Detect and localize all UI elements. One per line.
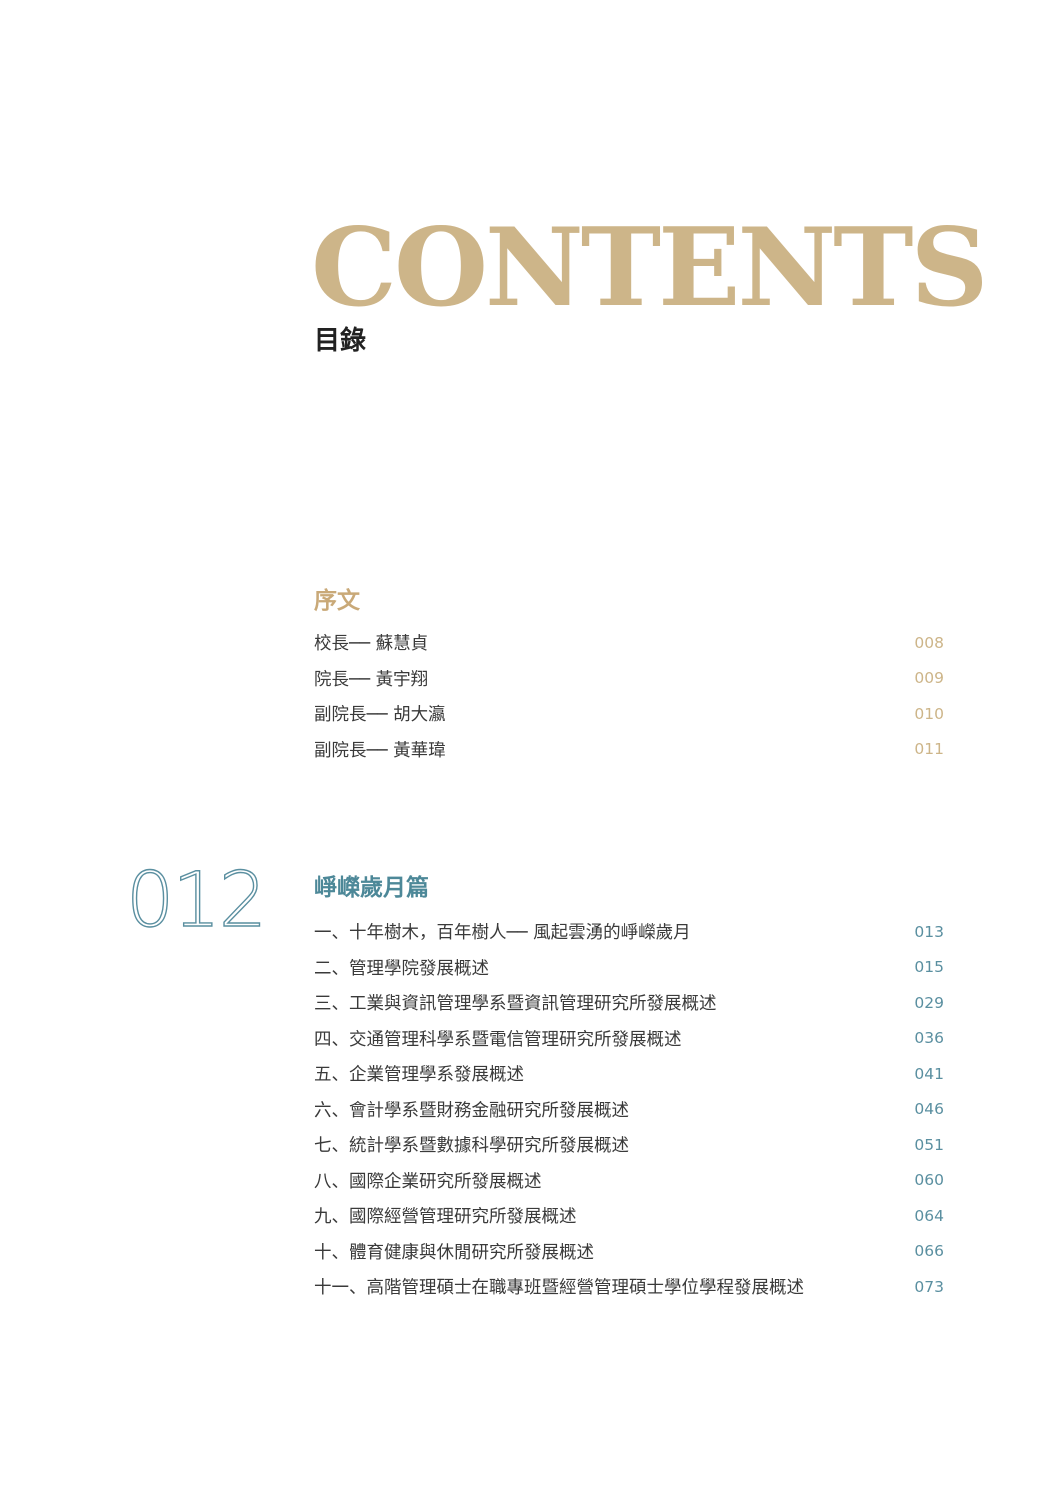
toc-entry-label: 十一、高階管理碩士在職專班暨經營管理碩士學位學程發展概述 [314,1278,804,1299]
toc-entry-page: 064 [914,1206,944,1225]
toc-entry[interactable]: 校長── 蘇慧貞 008 [314,625,944,661]
toc-entry-page: 013 [914,922,944,941]
toc-entry[interactable]: 六、會計學系暨財務金融研究所發展概述 046 [314,1092,944,1128]
toc-entry[interactable]: 二、管理學院發展概述 015 [314,950,944,986]
toc-entry-label: 三、工業與資訊管理學系暨資訊管理研究所發展概述 [314,994,717,1015]
toc-entry-label: 校長── 蘇慧貞 [314,634,429,655]
toc-entry[interactable]: 十一、高階管理碩士在職專班暨經營管理碩士學位學程發展概述 073 [314,1269,944,1305]
toc-entry-page: 015 [914,958,944,977]
toc-entry-label: 十、體育健康與休閒研究所發展概述 [314,1242,594,1263]
toc-entry-label: 副院長── 胡大瀛 [314,705,446,726]
toc-entry-page: 041 [914,1064,944,1083]
toc-entry-label: 七、統計學系暨數據科學研究所發展概述 [314,1136,629,1157]
toc-entry-label: 副院長── 黃華瑋 [314,740,446,761]
toc-entry[interactable]: 七、統計學系暨數據科學研究所發展概述 051 [314,1127,944,1163]
toc-entry[interactable]: 院長── 黃宇翔 009 [314,661,944,697]
toc-entry-page: 008 [914,633,944,652]
toc-entry-page: 011 [914,740,944,759]
toc-entry-page: 046 [914,1100,944,1119]
toc-list: 一、十年樹木，百年樹人── 風起雲湧的崢嶸歲月 013 二、管理學院發展概述 0… [314,914,944,1305]
toc-entry-page: 073 [914,1277,944,1296]
toc-entry-label: 四、交通管理科學系暨電信管理研究所發展概述 [314,1029,682,1050]
toc-entry[interactable]: 副院長── 胡大瀛 010 [314,696,944,732]
toc-entry[interactable]: 五、企業管理學系發展概述 041 [314,1056,944,1092]
contents-title: CONTENTS [311,205,989,331]
toc-section-preface: 序文 校長── 蘇慧貞 008 院長── 黃宇翔 009 副院長── 胡大瀛 0… [314,586,944,767]
section-heading: 崢嶸歲月篇 [314,875,429,901]
toc-entry[interactable]: 九、國際經營管理研究所發展概述 064 [314,1198,944,1234]
section-number: 012 [125,855,267,944]
toc-entry[interactable]: 八、國際企業研究所發展概述 060 [314,1163,944,1199]
toc-entry-page: 036 [914,1029,944,1048]
toc-entry-label: 八、國際企業研究所發展概述 [314,1171,542,1192]
contents-subtitle: 目錄 [314,326,367,356]
toc-entry-label: 一、十年樹木，百年樹人── 風起雲湧的崢嶸歲月 [314,923,691,944]
toc-entry-page: 029 [914,993,944,1012]
toc-entry-label: 二、管理學院發展概述 [314,958,489,979]
toc-entry-page: 009 [914,669,944,688]
toc-entry[interactable]: 四、交通管理科學系暨電信管理研究所發展概述 036 [314,1021,944,1057]
section-heading: 序文 [314,588,360,614]
toc-section-history: 崢嶸歲月篇 一、十年樹木，百年樹人── 風起雲湧的崢嶸歲月 013 二、管理學院… [314,873,944,1305]
toc-entry[interactable]: 十、體育健康與休閒研究所發展概述 066 [314,1234,944,1270]
toc-entry-page: 066 [914,1242,944,1261]
toc-entry-page: 060 [914,1171,944,1190]
toc-entry-label: 五、企業管理學系發展概述 [314,1065,524,1086]
toc-entry-page: 010 [914,704,944,723]
toc-list: 校長── 蘇慧貞 008 院長── 黃宇翔 009 副院長── 胡大瀛 010 … [314,625,944,767]
toc-entry[interactable]: 一、十年樹木，百年樹人── 風起雲湧的崢嶸歲月 013 [314,914,944,950]
toc-entry-page: 051 [914,1135,944,1154]
toc-entry[interactable]: 三、工業與資訊管理學系暨資訊管理研究所發展概述 029 [314,985,944,1021]
toc-entry-label: 院長── 黃宇翔 [314,669,429,690]
toc-entry-label: 九、國際經營管理研究所發展概述 [314,1207,577,1228]
toc-entry[interactable]: 副院長── 黃華瑋 011 [314,732,944,768]
toc-entry-label: 六、會計學系暨財務金融研究所發展概述 [314,1100,629,1121]
